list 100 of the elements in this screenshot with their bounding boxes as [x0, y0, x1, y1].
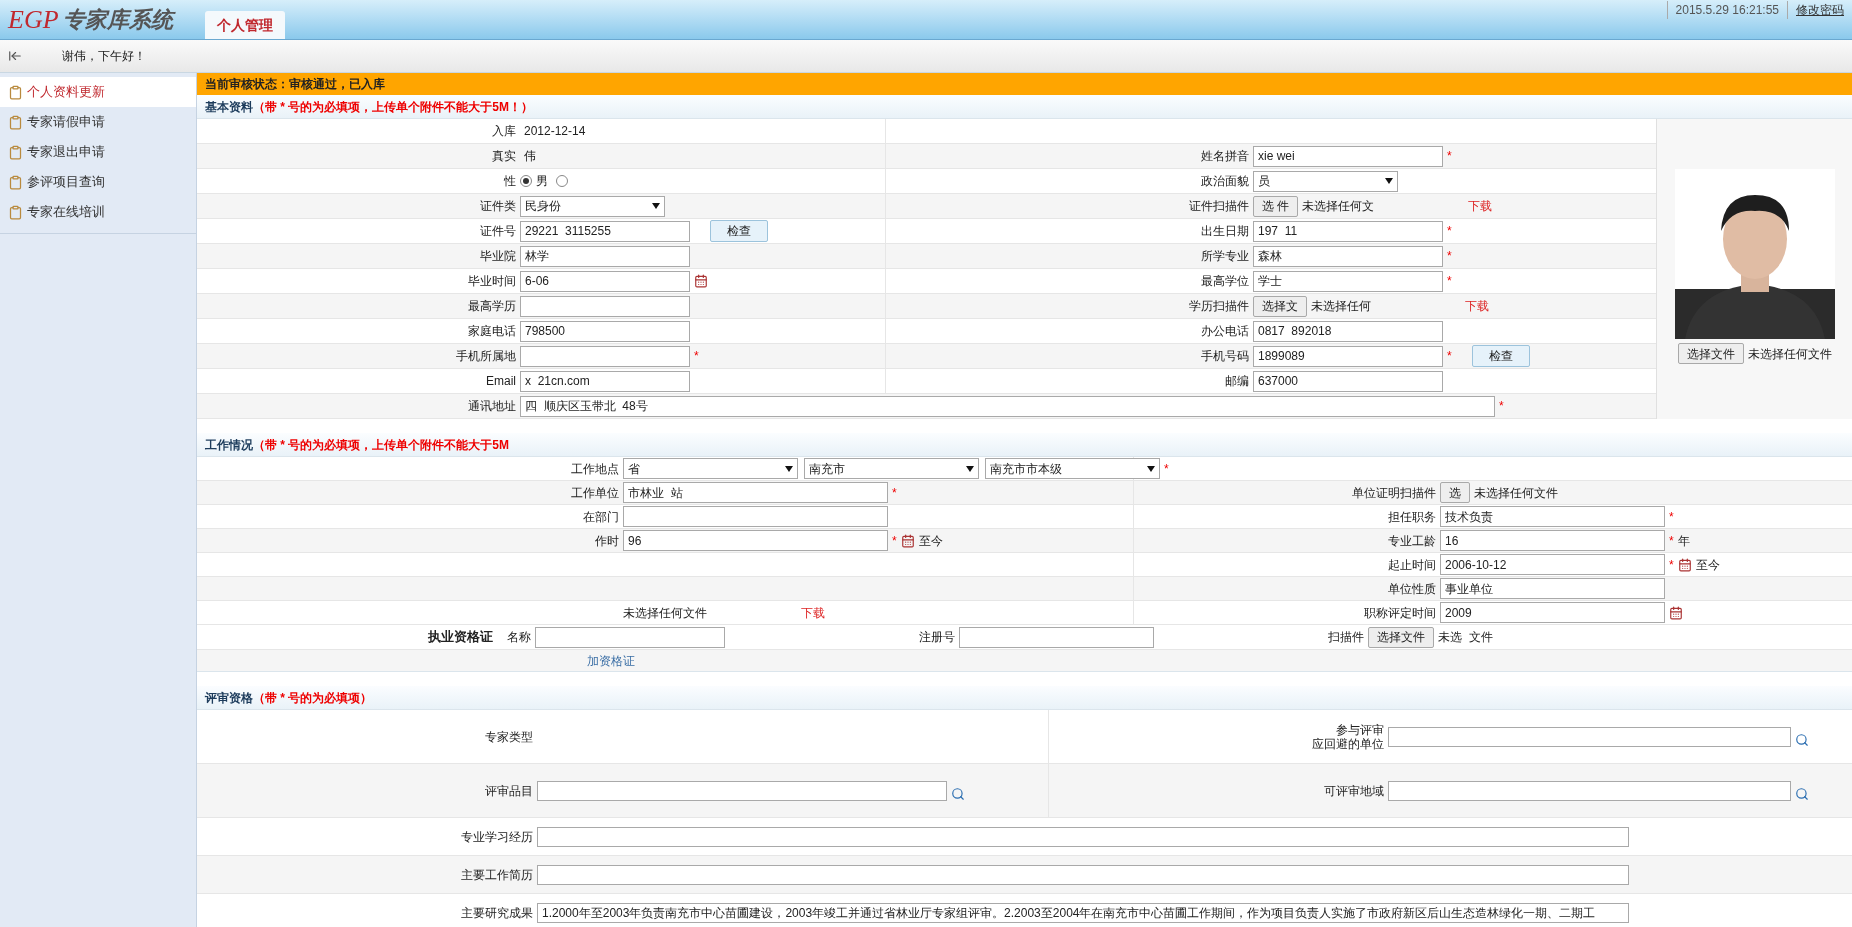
section-note: （带 * 号的为必填项，上传单个附件不能大于5M！）: [253, 98, 533, 116]
text-field[interactable]: 6-06: [520, 270, 690, 292]
section-title: 基本资料: [205, 98, 253, 116]
required-mark: *: [1669, 508, 1674, 526]
text-field[interactable]: 29221 3115255: [520, 220, 690, 242]
text-field[interactable]: xie wei: [1253, 145, 1443, 167]
search-icon[interactable]: [1795, 786, 1809, 801]
field-label: 专家类型: [485, 729, 533, 744]
clipboard-icon: [8, 114, 23, 130]
sidebar-item[interactable]: 参评项目查询: [0, 167, 196, 197]
dropdown[interactable]: 南充市市本级: [985, 458, 1160, 479]
download-link[interactable]: 下载: [1465, 297, 1489, 315]
field-value: 伟: [523, 148, 537, 165]
choose-file-button[interactable]: 选 件: [1253, 195, 1299, 217]
choose-file-button[interactable]: 选择文: [1253, 295, 1307, 317]
calendar-icon[interactable]: [694, 274, 708, 288]
text-field[interactable]: 林学: [520, 245, 690, 267]
text-field[interactable]: 四 顺庆区玉带北 48号: [520, 395, 1495, 417]
download-link[interactable]: 下载: [1468, 197, 1493, 215]
text-area[interactable]: 1.2000年至2003年负责南充市中心苗圃建设，2003年竣工并通过省林业厅专家组评审。2.2003至2004年在南充市中心苗圃工作期间，作为项目负责人实施了市政府新区后山生态造林绿化一期、二期工: [537, 902, 1629, 923]
field-label: 性: [504, 174, 516, 188]
field-label: 姓名拼音: [1201, 149, 1249, 163]
text-field[interactable]: 1899089: [1253, 345, 1443, 367]
text-field[interactable]: 637000: [1253, 370, 1443, 392]
text-field[interactable]: 事业单位: [1440, 578, 1665, 599]
calendar-icon[interactable]: [1669, 605, 1683, 620]
text-field[interactable]: 96: [623, 530, 888, 551]
text-area[interactable]: [537, 826, 1629, 847]
radio-button[interactable]: [556, 175, 568, 187]
required-mark: *: [1447, 273, 1452, 290]
sidebar-item[interactable]: 专家在线培训: [0, 197, 196, 227]
text-field[interactable]: [520, 295, 690, 317]
text-field[interactable]: [959, 626, 1154, 648]
field-label: 应回避的单位: [1312, 736, 1384, 751]
sidebar-item[interactable]: 个人资料更新: [0, 77, 196, 107]
text-area[interactable]: [1388, 780, 1791, 801]
download-link[interactable]: 下载: [801, 603, 825, 622]
field-label: 家庭电话: [468, 324, 516, 338]
dropdown[interactable]: 员: [1253, 170, 1398, 192]
search-icon[interactable]: [1795, 732, 1809, 747]
check-button[interactable]: 检查: [1471, 345, 1530, 367]
change-password-link[interactable]: 修改密码: [1787, 1, 1852, 19]
field-value: 2012-12-14: [523, 123, 587, 140]
text-field[interactable]: 2006-10-12: [1440, 554, 1665, 575]
text-field[interactable]: 技术负责: [1440, 506, 1665, 527]
field-label: 名称: [506, 629, 532, 646]
required-mark: *: [1447, 148, 1452, 165]
text-field[interactable]: [520, 345, 690, 367]
add-certificate-link[interactable]: 加资格证: [587, 651, 635, 670]
text-area[interactable]: [537, 780, 947, 801]
section-title: 工作情况: [205, 436, 253, 454]
required-mark: *: [1164, 460, 1169, 478]
sidebar-item[interactable]: 专家退出申请: [0, 137, 196, 167]
field-label: 真实: [492, 149, 516, 163]
required-mark: *: [1669, 532, 1674, 550]
dropdown[interactable]: 民身份: [520, 195, 665, 217]
choose-file-button[interactable]: 选择文件: [1677, 343, 1744, 364]
field-label: 工作地点: [571, 461, 619, 476]
text-field[interactable]: 森林: [1253, 245, 1443, 267]
text-field[interactable]: 16: [1440, 530, 1665, 551]
sidebar-item[interactable]: 专家请假申请: [0, 107, 196, 137]
text-area[interactable]: [1388, 726, 1791, 747]
field-label: 注册号: [918, 629, 956, 646]
field-label: 专业学习经历: [461, 829, 533, 844]
nav-tab[interactable]: 个人管理: [204, 11, 285, 39]
suffix-text: 年: [1677, 532, 1690, 550]
field-label: 办公电话: [1201, 324, 1249, 338]
field-label: 最高学历: [468, 299, 516, 313]
text-field[interactable]: 0817 892018: [1253, 320, 1443, 342]
text-field[interactable]: 2009: [1440, 602, 1665, 623]
file-status: 未选择任何文件: [1747, 345, 1832, 363]
calendar-icon[interactable]: [1677, 557, 1692, 572]
choose-file-button[interactable]: 选: [1440, 482, 1470, 503]
text-field[interactable]: 798500: [520, 320, 690, 342]
file-status: 未选 文件: [1438, 629, 1493, 646]
suffix-text: 至今: [1695, 556, 1720, 574]
field-label: 评审品目: [485, 783, 533, 798]
dropdown[interactable]: 省: [623, 458, 798, 479]
check-button[interactable]: 检查: [710, 220, 768, 242]
date-time: 2015.5.29 16:21:55: [1666, 1, 1787, 19]
required-mark: *: [1499, 398, 1504, 415]
license-title: 执业资格证: [428, 628, 493, 647]
file-status: 未选择任何文件: [623, 604, 707, 622]
text-field[interactable]: 学士: [1253, 270, 1443, 292]
field-label: 证件扫描件: [1189, 199, 1249, 213]
field-label: 可评审地域: [1324, 783, 1384, 798]
choose-file-button[interactable]: 选择文件: [1368, 626, 1434, 648]
text-field[interactable]: [623, 506, 888, 527]
search-icon[interactable]: [951, 786, 965, 801]
field-label: 入库: [492, 124, 516, 138]
calendar-icon[interactable]: [900, 533, 915, 548]
text-field[interactable]: 市林业 站: [623, 482, 888, 503]
collapse-icon[interactable]: [8, 49, 22, 63]
text-field[interactable]: 197 11: [1253, 220, 1443, 242]
text-field[interactable]: x 21cn.com: [520, 370, 690, 392]
field-label: 所学专业: [1201, 249, 1249, 263]
dropdown[interactable]: 南充市: [804, 458, 979, 479]
text-area[interactable]: [537, 864, 1629, 885]
text-field[interactable]: [535, 626, 725, 648]
radio-button[interactable]: [520, 175, 532, 187]
